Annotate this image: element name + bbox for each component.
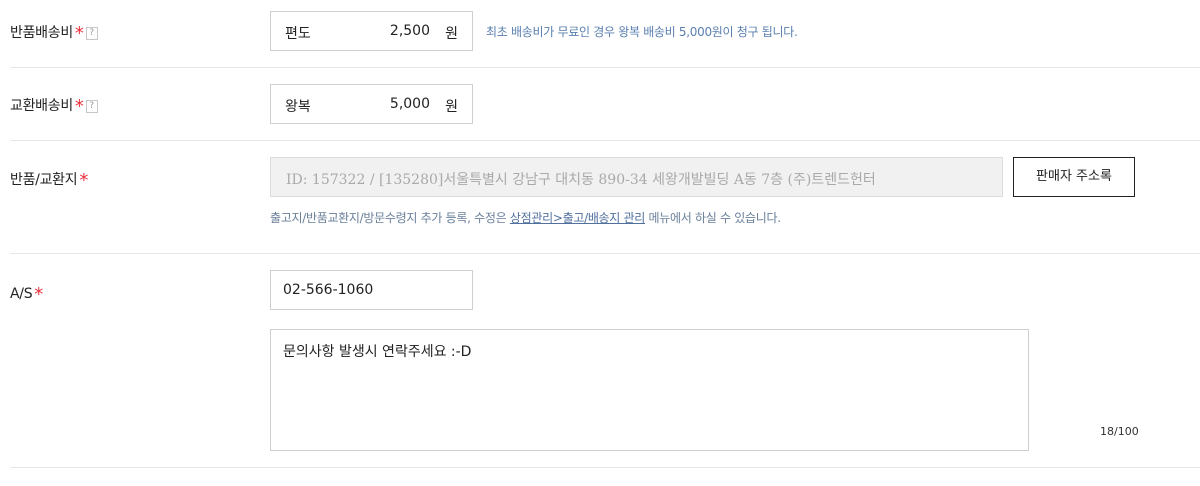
return-address-label-text: 반품/교환지	[10, 172, 78, 188]
return-shipping-note: 최초 배송비가 무료인 경우 왕복 배송비 5,000원이 청구 됩니다.	[486, 25, 798, 39]
return-address-field: ID: 157322 / [135280]서울특별시 강남구 대치동 890-3…	[270, 157, 1003, 197]
as-message-textarea[interactable]: 문의사항 발생시 연락주세요 :-D	[270, 329, 1029, 451]
return-address-help-prefix: 출고지/반품교환지/방문수령지 추가 등록, 수정은	[270, 211, 510, 225]
return-shipping-unit: 원	[445, 26, 458, 42]
return-shipping-label: 반품배송비 *?	[10, 21, 98, 44]
return-address-help: 출고지/반품교환지/방문수령지 추가 등록, 수정은 상점관리>출고/배송지 관…	[270, 209, 781, 226]
as-phone-input[interactable]: 02-566-1060	[270, 270, 473, 310]
return-address-help-suffix: 메뉴에서 하실 수 있습니다.	[645, 211, 782, 225]
return-shipping-amount: 2,500	[389, 23, 430, 39]
required-mark: *	[74, 96, 84, 117]
required-mark: *	[34, 284, 43, 305]
required-mark: *	[74, 23, 84, 44]
help-icon[interactable]: ?	[85, 100, 98, 113]
return-shipping-type: 편도	[285, 26, 311, 42]
exchange-shipping-unit: 원	[445, 99, 458, 115]
seller-address-book-button[interactable]: 판매자 주소록	[1013, 157, 1135, 197]
return-address-label: 반품/교환지 *	[10, 168, 89, 191]
character-counter: 18/100	[1100, 425, 1139, 438]
return-shipping-fee-box[interactable]: 편도 2,500 원	[270, 11, 473, 51]
as-label-text: A/S	[10, 286, 33, 302]
help-icon[interactable]: ?	[85, 27, 98, 40]
exchange-shipping-label: 교환배송비 *?	[10, 94, 98, 117]
exchange-shipping-amount: 5,000	[389, 96, 430, 112]
exchange-shipping-fee-box[interactable]: 왕복 5,000 원	[270, 84, 473, 124]
required-mark: *	[79, 170, 89, 191]
shipping-address-settings-link[interactable]: 상점관리>출고/배송지 관리	[510, 211, 645, 225]
as-label: A/S *	[10, 282, 43, 305]
return-shipping-label-text: 반품배송비	[10, 25, 73, 41]
row-exchange-shipping	[10, 67, 1200, 141]
exchange-shipping-label-text: 교환배송비	[10, 98, 73, 114]
exchange-shipping-type: 왕복	[285, 99, 311, 115]
